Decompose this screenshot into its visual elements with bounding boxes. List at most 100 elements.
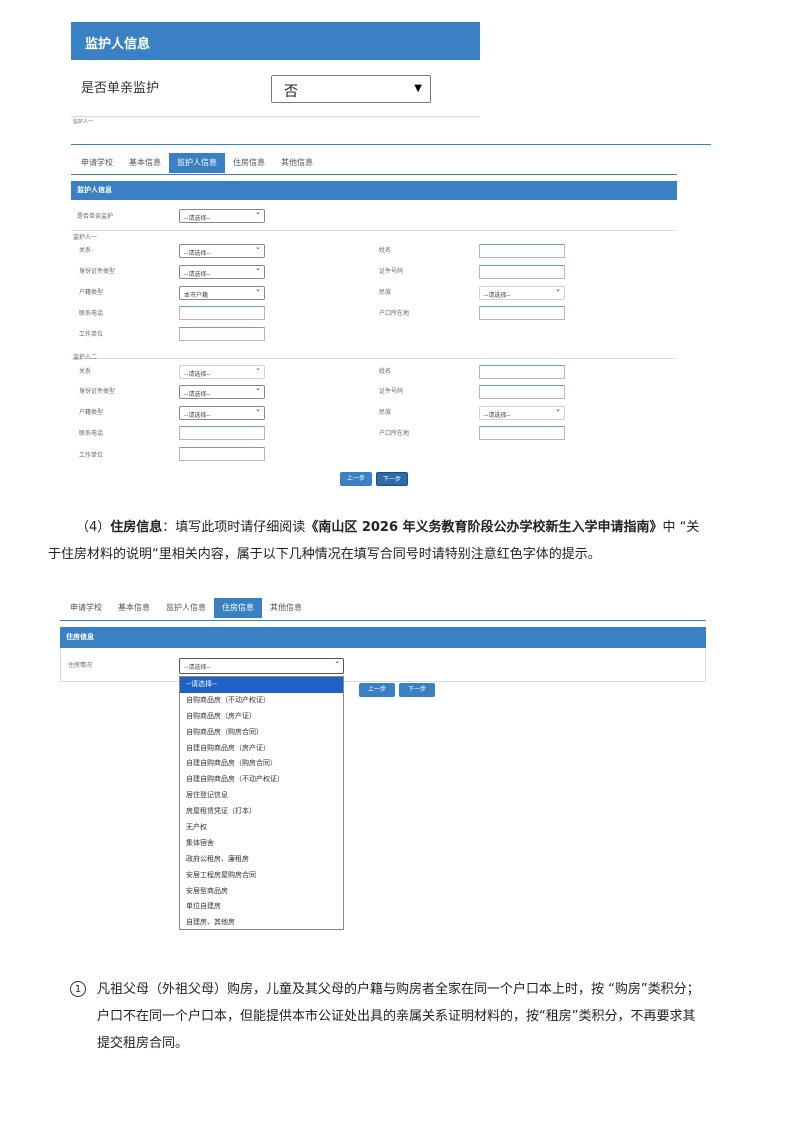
guardian2-work-input[interactable]	[179, 447, 265, 461]
section-header: 住房信息	[60, 627, 706, 648]
housing-form-screenshot: 申请学校 基本信息 监护人信息 住房信息 其他信息 住房信息 住房情况 --请选…	[60, 598, 710, 938]
tab-underline	[60, 620, 706, 621]
guardian1-phone-input[interactable]	[179, 306, 265, 320]
housing-row	[60, 648, 706, 682]
guardian2-address-input[interactable]	[479, 426, 565, 440]
para-prefix: （4）	[76, 520, 111, 535]
dropdown-option[interactable]: 政府公租房、廉租房	[180, 852, 343, 868]
dropdown-option[interactable]: 自建自购商品房（购房合同）	[180, 756, 343, 772]
divider	[71, 116, 480, 117]
para-bold-housing: 住房信息	[110, 520, 163, 535]
housing-dropdown-list: --请选择-- 自购商品房（不动产权证） 自购商品房（房产证） 自购商品房（购房…	[179, 676, 344, 930]
guardian1-name-label: 姓名	[379, 247, 392, 254]
dropdown-option[interactable]: 自购商品房（不动产权证）	[180, 693, 343, 709]
next-step-button[interactable]: 下一步	[376, 472, 408, 486]
guardian1-ethnic-label: 民族	[379, 289, 392, 296]
tab-bar: 申请学校 基本信息 监护人信息 住房信息 其他信息	[73, 153, 321, 173]
guardian1-work-label: 工作单位	[79, 331, 104, 338]
guardian-form-screenshot: 申请学校 基本信息 监护人信息 住房信息 其他信息 监护人信息 是否单亲监护 -…	[71, 120, 711, 490]
tab-guardian-info[interactable]: 监护人信息	[158, 598, 214, 618]
guardian2-idnum-input[interactable]	[479, 385, 565, 399]
dropdown-option[interactable]: 安居型商品房	[180, 884, 343, 900]
para-mid1: ：填写此项时请仔细阅读	[162, 520, 306, 535]
para-mid2: 中 “关	[662, 520, 700, 535]
dropdown-option[interactable]: 安居工程房屋购房合同	[180, 868, 343, 884]
housing-label: 住房情况	[68, 662, 93, 669]
prev-step-button[interactable]: 上一步	[359, 683, 395, 697]
guardian2-title: 监护人二	[73, 354, 98, 361]
single-parent-value: 否	[284, 84, 298, 100]
guardian1-relation-select[interactable]: --请选择--	[179, 244, 265, 258]
guardian2-phone-label: 联系电话	[79, 430, 104, 437]
guardian1-idtype-label: 身份证件类型	[79, 268, 116, 275]
note-line-1: 凡祖父母（外祖父母）购房，儿童及其父母的户籍与购房者全家在同一个户口本上时，按 …	[97, 982, 700, 997]
guardian1-hukou-select[interactable]: 本市户籍	[179, 286, 265, 300]
guardian1-address-label: 户口所在地	[379, 310, 410, 317]
guardian2-work-label: 工作单位	[79, 452, 104, 459]
guardian1-ethnic-select[interactable]: --请选择--	[479, 286, 565, 300]
housing-info-paragraph-line2: 于住房材料的说明“里相关内容，属于以下几种情况在填写合同号时请特别注意红色字体的…	[48, 547, 601, 562]
single-parent-select[interactable]: 否 ▼	[271, 75, 431, 103]
guardian2-relation-select[interactable]: --请选择--	[179, 365, 265, 379]
divider	[71, 358, 677, 359]
guardian2-ethnic-select[interactable]: --请选择--	[479, 406, 565, 420]
housing-select[interactable]: --请选择--	[179, 658, 344, 674]
tab-other-info[interactable]: 其他信息	[262, 598, 310, 618]
dropdown-option[interactable]: 自建房、其他房	[180, 915, 343, 931]
tab-basic-info[interactable]: 基本信息	[121, 153, 169, 173]
guardian1-idnum-label: 证件号码	[379, 268, 404, 275]
dropdown-option[interactable]: 自建自购商品房（房产证）	[180, 741, 343, 757]
dropdown-option[interactable]: 自建自购商品房（不动产权证）	[180, 772, 343, 788]
tab-underline	[71, 174, 677, 175]
para-bold-guide: 《南山区 2026 年义务教育阶段公办学校新生入学申请指南》	[305, 520, 663, 535]
dropdown-option[interactable]: 房屋租赁凭证（打本）	[180, 804, 343, 820]
section-header: 监护人信息	[71, 181, 677, 200]
dropdown-option[interactable]: 无产权	[180, 820, 343, 836]
note-number-circle: 1	[70, 981, 86, 997]
section-header: 监护人信息	[71, 22, 480, 60]
note-line-3: 提交租房合同。	[97, 1036, 189, 1051]
guardian2-name-input[interactable]	[479, 365, 565, 379]
guardian1-title: 监护人一	[73, 234, 98, 241]
tab-housing-info[interactable]: 住房信息	[214, 598, 262, 618]
guardian-screenshot-top: 监护人信息 是否单亲监护 否 ▼ 监护人一	[71, 22, 480, 125]
guardian2-idtype-label: 身份证件类型	[79, 388, 116, 395]
top-rule	[71, 144, 711, 145]
guardian2-hukou-select[interactable]: --请选择--	[179, 406, 265, 420]
tab-bar: 申请学校 基本信息 监护人信息 住房信息 其他信息	[62, 598, 310, 618]
note-line-2: 户口不在同一个户口本，但能提供本市公证处出具的亲属关系证明材料的，按“租房”类积…	[97, 1009, 696, 1024]
dropdown-option[interactable]: 单位自建房	[180, 899, 343, 915]
single-parent-label: 是否单亲监护	[77, 213, 114, 220]
tab-apply-school[interactable]: 申请学校	[73, 153, 121, 173]
guardian1-phone-label: 联系电话	[79, 310, 104, 317]
dropdown-option[interactable]: 自购商品房（购房合同）	[180, 725, 343, 741]
guardian2-ethnic-label: 民族	[379, 409, 392, 416]
guardian1-idnum-input[interactable]	[479, 265, 565, 279]
next-step-button[interactable]: 下一步	[399, 683, 435, 697]
guardian2-name-label: 姓名	[379, 368, 392, 375]
guardian1-name-input[interactable]	[479, 244, 565, 258]
guardian2-relation-label: 关系	[79, 368, 92, 375]
guardian2-hukou-label: 户籍类型	[79, 409, 104, 416]
tab-apply-school[interactable]: 申请学校	[62, 598, 110, 618]
guardian1-address-input[interactable]	[479, 306, 565, 320]
single-parent-label: 是否单亲监护	[81, 81, 160, 96]
single-parent-select[interactable]: --请选择--	[179, 209, 265, 223]
dropdown-option[interactable]: 自购商品房（房产证）	[180, 709, 343, 725]
tab-guardian-info[interactable]: 监护人信息	[169, 153, 225, 173]
dropdown-option[interactable]: 集体宿舍	[180, 836, 343, 852]
guardian2-address-label: 户口所在地	[379, 430, 410, 437]
dropdown-option[interactable]: --请选择--	[180, 677, 343, 693]
dropdown-arrow-icon: ▼	[414, 83, 422, 94]
guardian1-work-input[interactable]	[179, 327, 265, 341]
guardian2-idtype-select[interactable]: --请选择--	[179, 385, 265, 399]
guardian1-hukou-label: 户籍类型	[79, 289, 104, 296]
guardian1-idtype-select[interactable]: --请选择--	[179, 265, 265, 279]
dropdown-option[interactable]: 居住登记信息	[180, 788, 343, 804]
guardian2-phone-input[interactable]	[179, 426, 265, 440]
tab-other-info[interactable]: 其他信息	[273, 153, 321, 173]
prev-step-button[interactable]: 上一步	[340, 472, 372, 486]
housing-info-paragraph-line1: （4）住房信息：填写此项时请仔细阅读《南山区 2026 年义务教育阶段公办学校新…	[76, 514, 756, 541]
tab-basic-info[interactable]: 基本信息	[110, 598, 158, 618]
tab-housing-info[interactable]: 住房信息	[225, 153, 273, 173]
